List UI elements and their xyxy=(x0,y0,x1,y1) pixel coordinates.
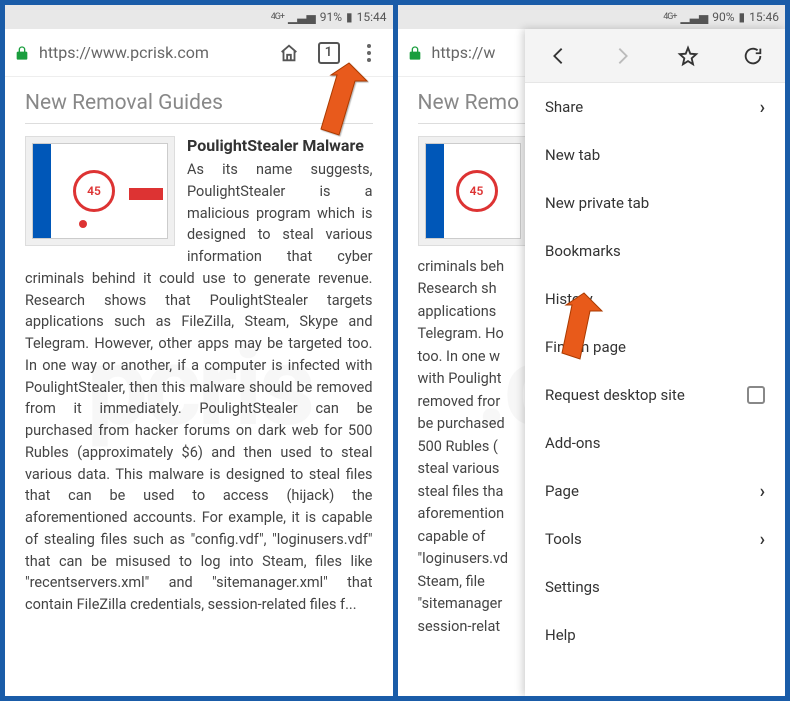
menu-item-page[interactable]: Page› xyxy=(525,467,785,515)
lock-icon xyxy=(406,44,424,62)
menu-button[interactable] xyxy=(353,37,385,69)
checkbox-icon xyxy=(747,386,765,404)
tabs-button[interactable]: 1 xyxy=(313,37,345,69)
menu-item-history[interactable]: History xyxy=(525,275,785,323)
signal-icon: ▁▃▅ xyxy=(288,10,316,24)
signal-icon: ▁▃▅ xyxy=(681,10,709,24)
section-title: New Removal Guides xyxy=(25,91,373,124)
network-label: 4G+ xyxy=(271,12,284,22)
address-bar: https://www.pcrisk.com 1 xyxy=(5,29,393,77)
lock-icon xyxy=(13,44,31,62)
battery-label: 91% xyxy=(320,10,342,24)
browser-menu: Share› New tab New private tab Bookmarks… xyxy=(525,29,785,696)
article-thumbnail[interactable]: 45 xyxy=(25,136,175,246)
menu-item-find-in-page[interactable]: Find in page xyxy=(525,323,785,371)
chevron-right-icon: › xyxy=(760,481,765,502)
menu-list: Share› New tab New private tab Bookmarks… xyxy=(525,83,785,696)
reload-button[interactable] xyxy=(720,45,785,67)
menu-item-tools[interactable]: Tools› xyxy=(525,515,785,563)
clock-label: 15:46 xyxy=(749,10,779,24)
battery-icon: ▮ xyxy=(346,10,353,24)
menu-item-settings[interactable]: Settings xyxy=(525,563,785,611)
forward-button[interactable] xyxy=(590,45,655,67)
status-bar: 4G+ ▁▃▅ 91% ▮ 15:44 xyxy=(5,5,393,29)
menu-item-new-tab[interactable]: New tab xyxy=(525,131,785,179)
menu-item-new-private-tab[interactable]: New private tab xyxy=(525,179,785,227)
phone-right: 4G+ ▁▃▅ 90% ▮ 15:46 https://w .com New R… xyxy=(398,5,786,696)
status-bar: 4G+ ▁▃▅ 90% ▮ 15:46 xyxy=(398,5,786,29)
tab-count: 1 xyxy=(318,42,340,64)
home-button[interactable] xyxy=(273,37,305,69)
battery-label: 90% xyxy=(712,10,734,24)
network-label: 4G+ xyxy=(663,12,676,22)
phone-left: 4G+ ▁▃▅ 91% ▮ 15:44 https://www.pcrisk.c… xyxy=(5,5,393,696)
menu-item-request-desktop[interactable]: Request desktop site xyxy=(525,371,785,419)
chevron-right-icon: › xyxy=(760,529,765,550)
menu-item-help[interactable]: Help xyxy=(525,611,785,659)
article-thumbnail[interactable]: 45 xyxy=(418,136,528,246)
clock-label: 15:44 xyxy=(357,10,387,24)
menu-item-addons[interactable]: Add-ons xyxy=(525,419,785,467)
url-text[interactable]: https://www.pcrisk.com xyxy=(39,43,265,62)
back-button[interactable] xyxy=(525,45,590,67)
menu-nav-row xyxy=(525,29,785,83)
menu-icon xyxy=(367,44,371,62)
chevron-right-icon: › xyxy=(760,97,765,118)
menu-item-share[interactable]: Share› xyxy=(525,83,785,131)
bookmark-star-button[interactable] xyxy=(655,45,720,67)
page-content: pcris New Removal Guides 45 PoulightStea… xyxy=(5,77,393,696)
battery-icon: ▮ xyxy=(739,10,746,24)
menu-item-bookmarks[interactable]: Bookmarks xyxy=(525,227,785,275)
